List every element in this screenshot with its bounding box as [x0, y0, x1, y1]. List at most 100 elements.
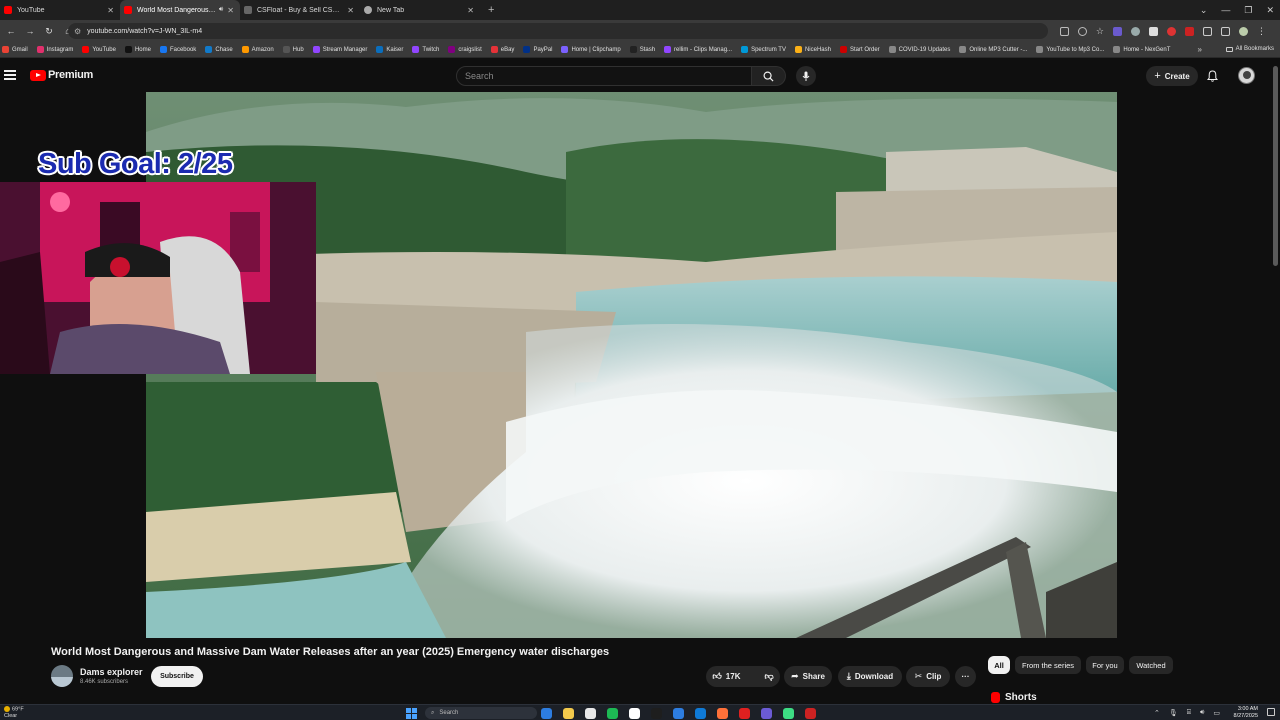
youtube-premium-logo[interactable]: Premium: [30, 69, 93, 81]
bookmark-item[interactable]: COVID-19 Updates: [888, 46, 950, 53]
bookmark-item[interactable]: Stream Manager: [312, 46, 367, 53]
bookmark-item[interactable]: Kaiser: [376, 46, 403, 53]
speaker-icon[interactable]: 🔊︎: [219, 6, 223, 14]
menu-hamburger-icon[interactable]: [4, 70, 16, 82]
bookmark-item[interactable]: craigslist: [448, 46, 482, 53]
tab-youtube[interactable]: YouTube ✕: [0, 0, 120, 20]
windows-start-icon[interactable]: [406, 708, 417, 719]
site-info-icon[interactable]: ⚙︎: [74, 27, 81, 36]
forward-arrow-icon[interactable]: →: [22, 26, 38, 36]
extension-white-icon[interactable]: [1149, 26, 1158, 36]
notification-center-icon[interactable]: [1267, 708, 1275, 716]
bookmark-item[interactable]: Spectrum TV: [741, 46, 786, 53]
bookmark-item[interactable]: Facebook: [159, 46, 196, 53]
search-input[interactable]: Search: [456, 66, 752, 86]
minimize-icon[interactable]: —: [1221, 5, 1230, 15]
voice-search-button[interactable]: [796, 66, 816, 86]
taskbar-app-icon[interactable]: [651, 708, 662, 719]
like-button[interactable]: 👍︎ 17K: [704, 666, 748, 687]
tab-video[interactable]: World Most Dangerous and 🔊︎ ✕: [120, 0, 240, 20]
tray-mic-icon[interactable]: 🎙︎: [1169, 709, 1178, 717]
tray-battery-icon[interactable]: ▭: [1213, 709, 1220, 717]
tray-network-icon[interactable]: ⌸: [1187, 709, 1191, 717]
zoom-icon[interactable]: [1077, 26, 1087, 36]
extension-purple-icon[interactable]: [1113, 26, 1122, 36]
taskbar-app-icon[interactable]: [541, 708, 552, 719]
extension-gray-icon[interactable]: [1131, 26, 1140, 36]
chip-watched[interactable]: Watched: [1129, 656, 1173, 674]
bookmark-item[interactable]: Hub: [282, 46, 304, 53]
close-tab-icon[interactable]: ✕: [347, 6, 354, 15]
bookmark-item[interactable]: Instagram: [36, 46, 73, 53]
more-bookmarks-icon[interactable]: »: [1198, 45, 1202, 54]
bookmark-item[interactable]: Home: [124, 46, 151, 53]
page-scrollbar[interactable]: [1273, 66, 1278, 266]
share-button[interactable]: ➦ Share: [784, 666, 832, 687]
bookmark-item[interactable]: rellim - Clips Manag...: [664, 46, 732, 53]
taskbar-app-icon[interactable]: [563, 708, 574, 719]
close-window-icon[interactable]: ✕: [1266, 5, 1274, 16]
channel-avatar[interactable]: [51, 665, 73, 687]
all-bookmarks-folder[interactable]: All Bookmarks: [1225, 46, 1274, 52]
new-tab-plus-icon[interactable]: +: [488, 4, 494, 16]
taskbar-app-icon[interactable]: [783, 708, 794, 719]
chip-from-the-series[interactable]: From the series: [1015, 656, 1081, 674]
maximize-icon[interactable]: ❐: [1244, 5, 1252, 16]
bookmark-item[interactable]: Twitch: [412, 46, 439, 53]
taskbar-app-icon[interactable]: [761, 708, 772, 719]
tab-new-tab[interactable]: New Tab ✕: [360, 0, 480, 20]
taskbar-clock[interactable]: 3:00 AM 8/27/2025: [1234, 706, 1258, 720]
bookmark-item[interactable]: Home - NexGenT: [1113, 46, 1170, 53]
bookmark-item[interactable]: PayPal: [523, 46, 552, 53]
taskbar-app-icon[interactable]: [607, 708, 618, 719]
bookmark-item[interactable]: Gmail: [2, 46, 28, 53]
sidebar-icon[interactable]: [1221, 26, 1230, 36]
close-tab-icon[interactable]: ✕: [107, 6, 114, 15]
taskbar-app-icon[interactable]: [717, 708, 728, 719]
extensions-puzzle-icon[interactable]: [1203, 26, 1212, 36]
bookmark-item[interactable]: NiceHash: [794, 46, 831, 53]
taskbar-app-icon[interactable]: [805, 708, 816, 719]
taskbar-app-icon[interactable]: [739, 708, 750, 719]
bookmark-item[interactable]: Chase: [205, 46, 233, 53]
close-tab-icon[interactable]: ✕: [227, 6, 234, 15]
extension-pdf-icon[interactable]: [1185, 26, 1194, 36]
extension-red-icon[interactable]: [1167, 26, 1176, 36]
taskbar-app-icon[interactable]: [695, 708, 706, 719]
taskbar-app-icon[interactable]: [629, 708, 640, 719]
download-button[interactable]: ⤓ Download: [838, 666, 902, 687]
bookmark-item[interactable]: YouTube: [82, 46, 116, 53]
bookmark-item[interactable]: Home | Clipchamp: [561, 46, 621, 53]
bookmark-item[interactable]: eBay: [490, 46, 514, 53]
close-tab-icon[interactable]: ✕: [467, 6, 474, 15]
search-button[interactable]: [752, 66, 786, 86]
account-avatar[interactable]: [1238, 67, 1255, 84]
dislike-button[interactable]: 👎︎: [756, 666, 781, 687]
taskbar-search-input[interactable]: ⌕ Search: [425, 707, 537, 719]
taskbar-app-icon[interactable]: [673, 708, 684, 719]
notifications-bell-icon[interactable]: [1206, 69, 1219, 87]
address-bar[interactable]: ⚙︎ youtube.com/watch?v=J-WN_3IL-m4: [68, 23, 1048, 39]
tab-csfloat[interactable]: CSFloat - Buy & Sell CS2 Skins ✕: [240, 0, 360, 20]
chip-for-you[interactable]: For you: [1086, 656, 1124, 674]
chip-all[interactable]: All: [988, 656, 1010, 674]
bookmark-item[interactable]: YouTube to Mp3 Co...: [1036, 46, 1104, 53]
menu-dots-icon[interactable]: ⋮: [1257, 26, 1266, 37]
clip-button[interactable]: ✂︎ Clip: [906, 666, 950, 687]
back-arrow-icon[interactable]: ←: [3, 26, 19, 36]
channel-name[interactable]: Dams explorer: [80, 667, 143, 677]
install-app-icon[interactable]: [1059, 26, 1069, 36]
bookmark-star-icon[interactable]: ☆: [1096, 26, 1104, 37]
bookmark-item[interactable]: Start Order: [839, 46, 880, 53]
bookmark-item[interactable]: Amazon: [241, 46, 274, 53]
taskbar-app-icon[interactable]: [585, 708, 596, 719]
bookmark-item[interactable]: Online MP3 Cutter -...: [959, 46, 1027, 53]
tab-search-chevron-icon[interactable]: ⌄: [1200, 5, 1208, 16]
tray-volume-icon[interactable]: 🔊︎: [1200, 709, 1204, 717]
bookmark-item[interactable]: Stash: [629, 46, 655, 53]
weather-widget[interactable]: 69°F Clear: [4, 706, 24, 719]
subscribe-button[interactable]: Subscribe: [151, 666, 203, 687]
create-button[interactable]: + Create: [1146, 66, 1198, 86]
reload-icon[interactable]: ↻: [41, 26, 57, 37]
profile-icon[interactable]: [1239, 26, 1248, 36]
